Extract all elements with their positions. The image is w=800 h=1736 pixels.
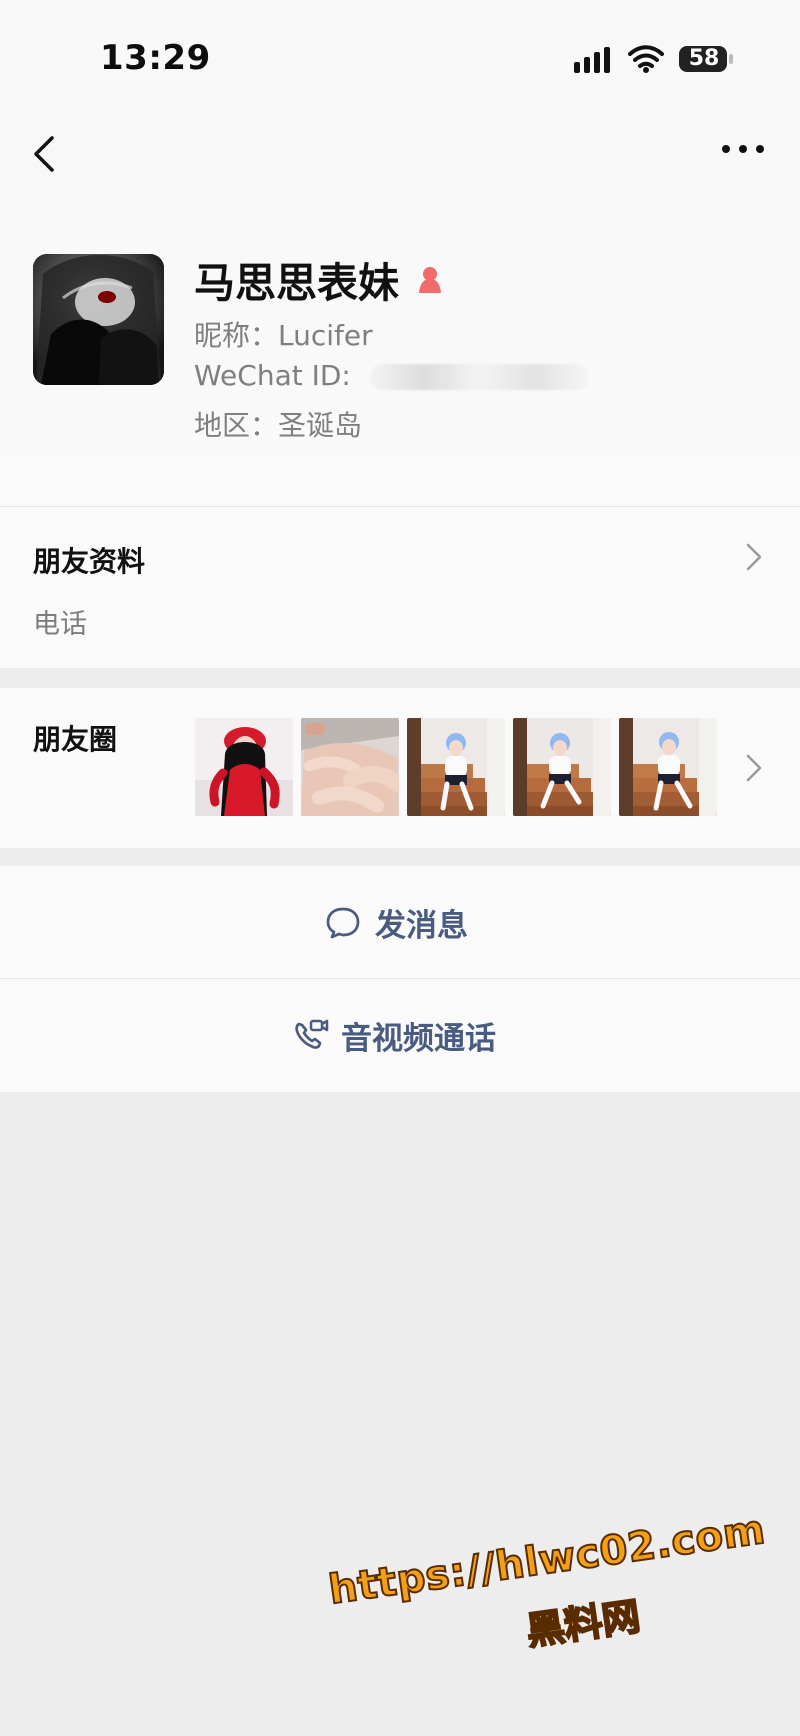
send-message-content: 发消息 [323,899,468,945]
chat-bubble-icon [326,907,360,939]
contact-display-name: 马思思表妹 [194,259,399,307]
send-message-button[interactable]: 发消息 [0,866,800,978]
thumbnail-red-outfit[interactable] [195,718,293,816]
section-divider [0,506,800,507]
send-message-label: 发消息 [375,907,468,944]
phone-video-icon [295,1019,329,1049]
phone-label: 电话 [33,609,87,640]
region-line: 地区：圣诞岛 [194,409,363,442]
profile-header: 马思思表妹 昵称：Lucifer WeChat ID: 地区：圣诞岛 [0,230,800,450]
moments-section[interactable]: 朋友圈 [0,688,800,848]
status-time: 13:29 [100,38,211,78]
signal-icon [574,47,610,73]
top-navigation [0,110,800,200]
thumbnail-red-outfit-image [195,718,293,816]
audio-video-call-label: 音视频通话 [341,1020,496,1057]
audio-video-call-content: 音视频通话 [289,1012,496,1058]
moments-label: 朋友圈 [33,723,118,756]
avatar-artwork [33,254,164,385]
moments-thumbnails [195,718,717,816]
battery-level-text: 58 [688,46,720,71]
chevron-right-icon[interactable] [744,541,764,573]
thumbnail-stairs-2[interactable] [513,718,611,816]
wechat-id-label: WeChat ID: [194,359,351,392]
contact-profile-screen: 13:29 58 马思思表妹 昵称：Lucifer WeChat ID: 地区：… [0,0,800,1736]
more-icon[interactable] [718,134,768,164]
audio-video-call-button[interactable]: 音视频通话 [0,979,800,1091]
nickname-line: 昵称：Lucifer [194,319,373,352]
status-bar: 13:29 58 [0,0,800,110]
watermark-text: 黑料网 [523,1593,644,1654]
thumbnail-blurred-closeup[interactable] [301,718,399,816]
wifi-icon [628,45,664,73]
friend-info-title[interactable]: 朋友资料 [33,540,145,580]
wechat-id-redacted-value [369,364,590,390]
chevron-left-icon[interactable] [24,130,64,178]
action-list: 发消息 音视频通话 [0,866,800,1092]
thumbnail-stairs-1-image [407,718,505,816]
chevron-right-icon[interactable] [744,752,764,784]
wechat-id-line: WeChat ID: [194,359,590,392]
name-row: 马思思表妹 [194,252,447,307]
thumbnail-stairs-3[interactable] [619,718,717,816]
thumbnail-blurred-closeup-image [301,718,399,816]
thumbnail-stairs-1[interactable] [407,718,505,816]
watermark: https://hlwc02.com 黑料网 [325,1506,777,1677]
female-icon [419,267,441,293]
thumbnail-stairs-3-image [619,718,717,816]
avatar[interactable] [33,254,164,385]
thumbnail-stairs-2-image [513,718,611,816]
